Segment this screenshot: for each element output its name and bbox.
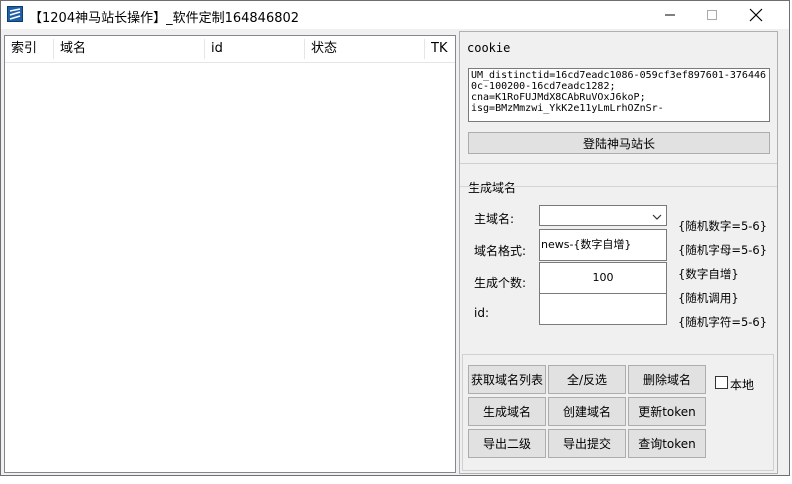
id-input[interactable] [539,293,667,325]
export-submit-button[interactable]: 导出提交 [548,429,626,458]
main-domain-label: 主域名: [474,212,515,226]
id-label: id: [474,306,489,320]
minimize-button[interactable] [647,1,693,29]
right-panel: cookie UM_distinctid=16cd7eadc1086-059cf… [459,31,778,474]
local-checkbox[interactable] [715,376,728,389]
export-subdomain-button[interactable]: 导出二级 [468,429,546,458]
select-toggle-button[interactable]: 全/反选 [548,365,626,394]
column-header-status[interactable]: 状态 [305,36,425,62]
cookie-textarea[interactable]: UM_distinctid=16cd7eadc1086-059cf3ef8976… [468,68,770,122]
hint-random-call: {随机调用} [678,291,739,305]
maximize-icon [706,9,718,21]
query-token-button[interactable]: 查询token [628,429,706,458]
maximize-button[interactable] [689,1,735,29]
get-domain-list-button[interactable]: 获取域名列表 [468,365,546,394]
domain-list[interactable]: 索引 域名 id 状态 TK [4,35,456,473]
column-header-tk[interactable]: TK [425,36,455,62]
window-title: 【1204神马站长操作】_软件定制164846802 [29,11,300,26]
delete-domain-button[interactable]: 删除域名 [628,365,706,394]
title-bar[interactable]: 【1204神马站长操作】_软件定制164846802 [1,1,789,29]
format-label: 域名格式: [474,244,527,258]
hint-random-digits: {随机数字=5-6} [678,219,768,233]
generate-domain-button[interactable]: 生成域名 [468,397,546,426]
count-label: 生成个数: [474,276,527,290]
list-header: 索引 域名 id 状态 TK [5,36,455,63]
create-domain-button[interactable]: 创建域名 [548,397,626,426]
hint-random-letters: {随机字母=5-6} [678,243,768,257]
column-header-index[interactable]: 索引 [5,36,54,62]
divider [460,163,777,164]
update-token-button[interactable]: 更新token [628,397,706,426]
close-icon [749,8,763,22]
local-checkbox-label: 本地 [730,378,755,392]
chevron-down-icon [652,211,662,224]
generate-group: 主域名: 域名格式: news-{数字自增} 生成个数: 100 id: {随机… [460,186,777,331]
format-input[interactable]: news-{数字自增} [539,229,667,261]
minimize-icon [664,9,676,21]
main-domain-select[interactable] [539,205,667,226]
main-window: 【1204神马站长操作】_软件定制164846802 索引 域名 id 状态 T… [0,0,790,476]
hint-random-chars: {随机字符=5-6} [678,315,768,329]
login-button[interactable]: 登陆神马站长 [468,132,770,154]
cookie-label: cookie [467,41,511,55]
count-input[interactable]: 100 [539,262,667,294]
app-icon [7,6,23,22]
close-button[interactable] [733,1,779,29]
hint-digit-increment: {数字自增} [678,267,739,281]
column-header-id[interactable]: id [205,36,305,62]
column-header-domain[interactable]: 域名 [54,36,205,62]
